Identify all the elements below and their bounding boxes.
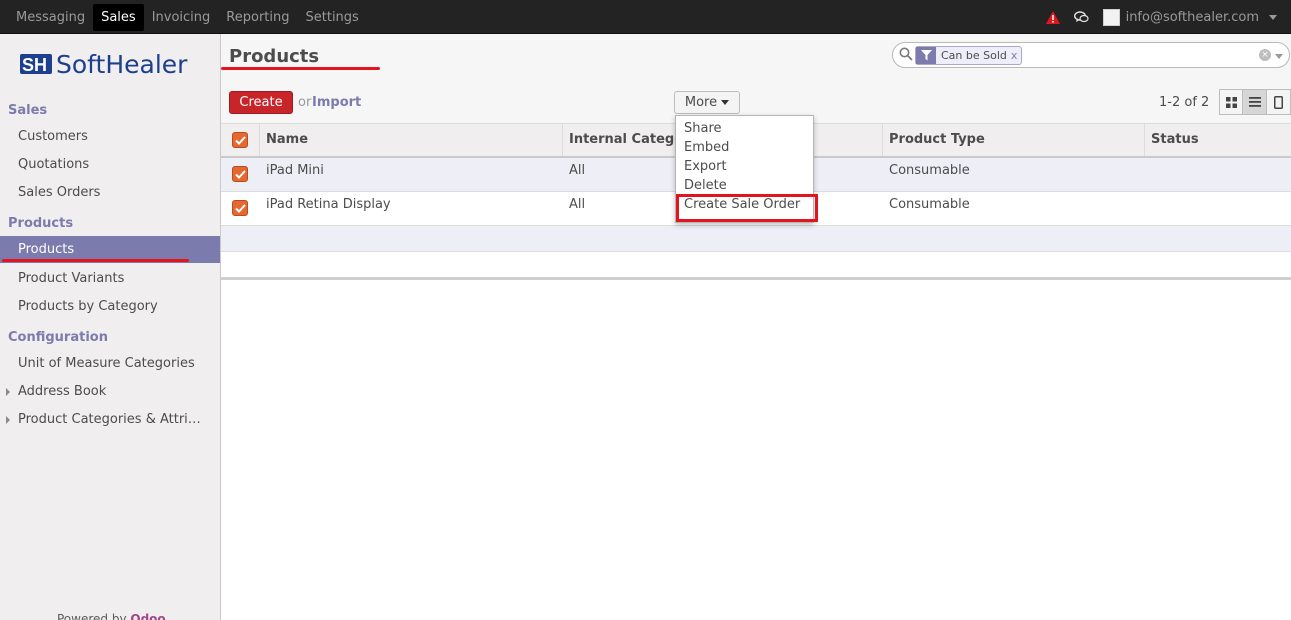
sidebar-item-customers[interactable]: Customers — [0, 123, 220, 150]
list-view-button[interactable] — [1243, 89, 1267, 115]
select-all-cell — [221, 124, 260, 156]
search-bar[interactable]: Can be Sold x × — [892, 42, 1290, 68]
warning-icon[interactable] — [1045, 10, 1060, 24]
search-facet[interactable]: Can be Sold x — [915, 46, 1023, 65]
table-footer — [221, 252, 1291, 280]
sidebar-item-quotations[interactable]: Quotations — [0, 151, 220, 178]
cell-internal-category: All — [569, 163, 586, 178]
sidebar-item-label: Address Book — [18, 384, 107, 399]
search-icon — [899, 47, 913, 61]
page-title: Products — [229, 46, 320, 67]
row-checkbox[interactable] — [232, 166, 248, 182]
topmenu-reporting[interactable]: Reporting — [218, 4, 297, 31]
annotation-underline — [2, 259, 189, 262]
column-header-name[interactable]: Name — [260, 124, 563, 156]
expand-triangle-icon — [6, 416, 10, 424]
view-switcher — [1219, 89, 1291, 115]
annotation-underline — [221, 67, 380, 70]
checkmark-icon — [234, 203, 246, 213]
facet-label: Can be Sold — [941, 49, 1007, 62]
annotation-highlight-box — [676, 194, 818, 222]
row-checkbox[interactable] — [232, 200, 248, 216]
caret-down-icon — [721, 100, 730, 105]
list-icon — [1248, 97, 1261, 107]
import-link[interactable]: Import — [312, 95, 361, 110]
top-navbar: Messaging Sales Invoicing Reporting Sett… — [0, 0, 1291, 34]
cell-product-type: Consumable — [889, 163, 970, 178]
kanban-view-button[interactable] — [1219, 89, 1243, 115]
column-header-product-type[interactable]: Product Type — [883, 124, 1145, 156]
cell-internal-category: All — [569, 197, 586, 212]
facet-remove-icon[interactable]: x — [1011, 49, 1022, 62]
checkmark-icon — [234, 169, 246, 179]
top-menu: Messaging Sales Invoicing Reporting Sett… — [8, 0, 367, 34]
cell-product-type: Consumable — [889, 197, 970, 212]
chevron-down-icon — [1269, 14, 1277, 20]
softhealer-logo: SH SoftHealer — [20, 50, 188, 79]
menu-item-embed[interactable]: Embed — [684, 140, 729, 155]
sidebar-item-sales-orders[interactable]: Sales Orders — [0, 179, 220, 206]
menu-item-export[interactable]: Export — [684, 159, 727, 174]
svg-text:SH: SH — [22, 55, 47, 75]
main-content: Products Can be Sold x × Create or Impor… — [221, 34, 1291, 620]
menu-item-share[interactable]: Share — [684, 121, 722, 136]
pager: 1-2 of 2 — [1159, 95, 1210, 110]
sidebar-section-products: Products — [8, 216, 74, 231]
topmenu-settings[interactable]: Settings — [298, 4, 367, 31]
powered-by-text: Powered by — [57, 612, 127, 620]
odoo-link[interactable]: Odoo — [130, 612, 165, 620]
sidebar-item-address-book[interactable]: Address Book — [0, 378, 220, 405]
form-icon — [1274, 95, 1283, 109]
sidebar-section-configuration: Configuration — [8, 330, 108, 345]
sidebar-section-sales: Sales — [8, 103, 48, 118]
powered-by: Powered by Odoo — [57, 612, 166, 620]
sidebar-item-label: Product Categories & Attri… — [18, 412, 201, 427]
svg-text:SoftHealer: SoftHealer — [56, 50, 188, 79]
more-dropdown-menu: Share Embed Export Delete Create Sale Or… — [675, 115, 818, 223]
cell-status — [1145, 158, 1151, 191]
filter-icon — [916, 47, 936, 64]
select-all-checkbox[interactable] — [232, 132, 248, 148]
cell-name: iPad Retina Display — [266, 197, 391, 212]
checkmark-icon — [234, 135, 246, 145]
sidebar: SH SoftHealer Sales Customers Quotations… — [0, 34, 221, 620]
or-text: or — [298, 95, 312, 110]
cell-name: iPad Mini — [266, 163, 324, 178]
topbar-right: info@softhealer.com — [1045, 0, 1277, 34]
sidebar-item-uom-categories[interactable]: Unit of Measure Categories — [0, 350, 220, 377]
search-options-chevron-icon[interactable] — [1275, 54, 1283, 59]
cell-status — [1145, 192, 1151, 225]
sidebar-item-product-variants[interactable]: Product Variants — [0, 265, 220, 292]
expand-triangle-icon — [6, 388, 10, 396]
column-header-status[interactable]: Status — [1145, 124, 1291, 156]
table-empty-row — [221, 226, 1291, 252]
sidebar-item-product-categories[interactable]: Product Categories & Attri… — [0, 406, 220, 433]
topmenu-invoicing[interactable]: Invoicing — [144, 4, 219, 31]
user-menu[interactable]: info@softhealer.com — [1102, 8, 1277, 26]
clear-search-icon[interactable]: × — [1259, 49, 1271, 61]
control-panel: Products Can be Sold x × Create or Impor… — [221, 34, 1291, 124]
topmenu-sales[interactable]: Sales — [93, 3, 144, 31]
sidebar-item-products-by-category[interactable]: Products by Category — [0, 293, 220, 320]
user-email: info@softhealer.com — [1125, 9, 1259, 25]
topmenu-messaging[interactable]: Messaging — [8, 4, 93, 31]
create-button[interactable]: Create — [229, 91, 293, 114]
more-label: More — [684, 95, 718, 110]
avatar — [1102, 8, 1120, 26]
more-button[interactable]: More — [674, 91, 740, 114]
menu-item-delete[interactable]: Delete — [684, 178, 727, 193]
form-view-button[interactable] — [1267, 89, 1291, 115]
chat-icon[interactable] — [1073, 10, 1089, 24]
grid-icon — [1225, 96, 1237, 108]
